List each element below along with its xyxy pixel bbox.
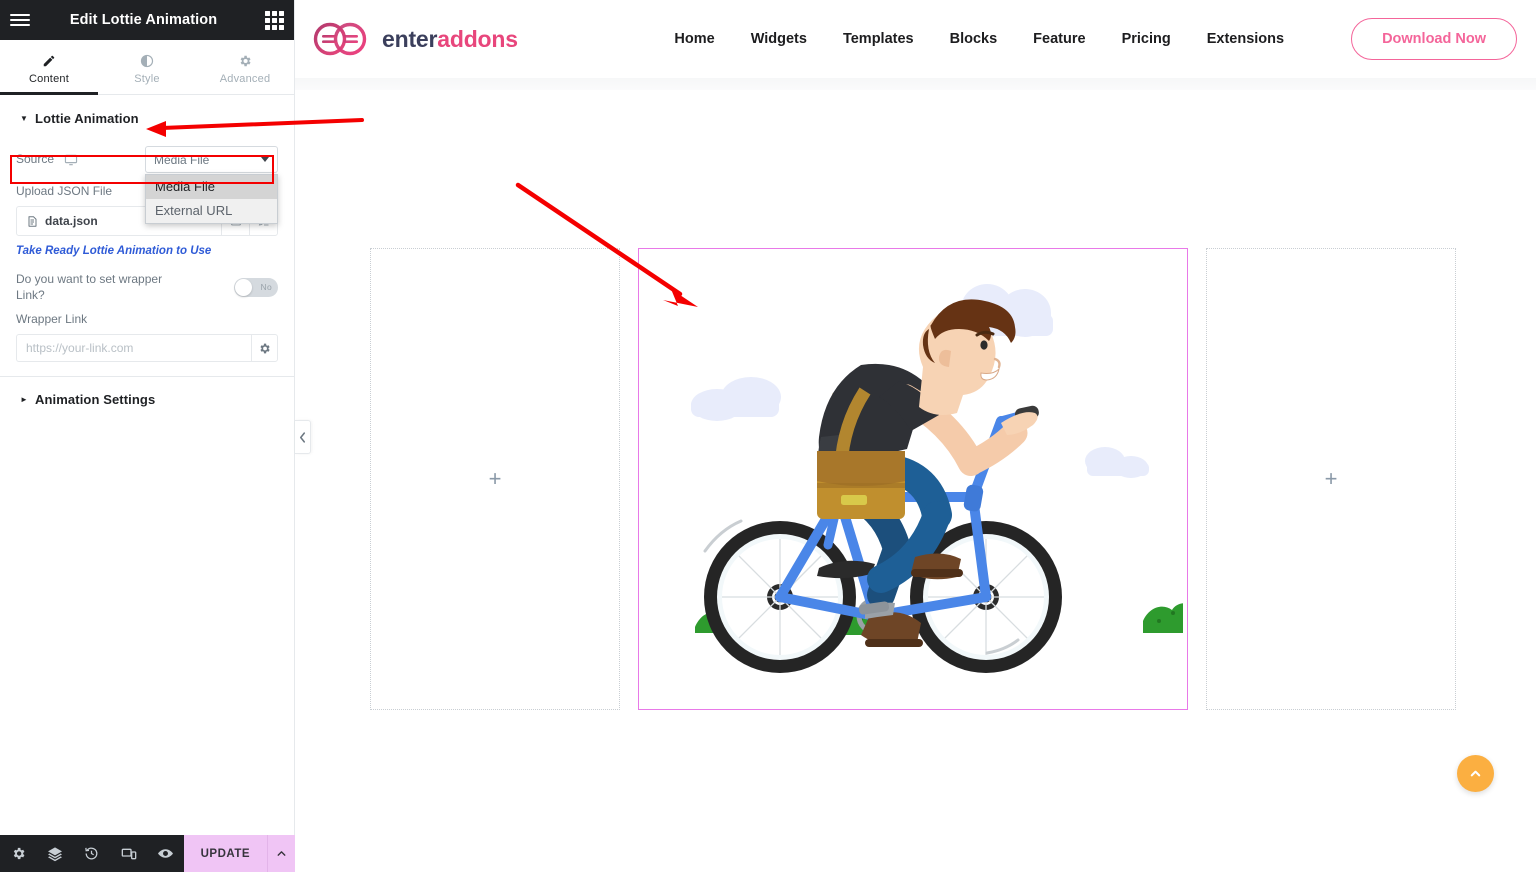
contrast-icon bbox=[140, 54, 154, 68]
chevron-left-icon bbox=[299, 431, 306, 443]
preview-canvas: enteraddons Home Widgets Templates Block… bbox=[295, 0, 1536, 872]
tab-content-label: Content bbox=[29, 72, 69, 85]
nav-link-home[interactable]: Home bbox=[656, 31, 732, 47]
wrapper-link-control: Wrapper Link bbox=[16, 307, 278, 364]
section-columns: + + bbox=[370, 248, 1456, 710]
upload-json-file-name: data.json bbox=[45, 214, 98, 228]
settings-gear-icon[interactable] bbox=[0, 835, 37, 872]
source-option-media-file[interactable]: Media File bbox=[146, 175, 277, 199]
lottie-animation-controls: Source Media File Media File External UR bbox=[0, 140, 294, 376]
canvas-area: + + bbox=[295, 90, 1536, 872]
update-options-chevron-up-icon[interactable] bbox=[267, 835, 295, 872]
source-dropdown-list: Media File External URL bbox=[145, 174, 278, 224]
panel-footer: UPDATE bbox=[0, 835, 296, 872]
interlocking-circles-logo-icon bbox=[313, 22, 371, 56]
source-label-group: Source bbox=[16, 151, 78, 167]
tab-advanced[interactable]: Advanced bbox=[196, 40, 294, 94]
source-select-wrap: Media File Media File External URL bbox=[145, 146, 278, 224]
toggle-knob bbox=[235, 278, 252, 296]
source-option-external-url[interactable]: External URL bbox=[146, 199, 277, 223]
brand-name-part2: addons bbox=[437, 25, 518, 52]
wrapper-link-toggle-label: Do you want to set wrapper Link? bbox=[16, 272, 163, 303]
tab-style-label: Style bbox=[134, 72, 160, 85]
nav-link-widgets[interactable]: Widgets bbox=[733, 31, 825, 47]
chevron-down-icon: ▼ bbox=[20, 113, 29, 123]
lottie-animation-section-header[interactable]: ▼ Lottie Animation bbox=[0, 95, 294, 140]
panel-tabs: Content Style Advanced bbox=[0, 40, 294, 95]
panel-collapse-tab[interactable] bbox=[295, 420, 311, 454]
responsive-mode-icon[interactable] bbox=[110, 835, 147, 872]
editor-root: enteraddons Home Widgets Templates Block… bbox=[0, 0, 1536, 872]
desktop-icon[interactable] bbox=[64, 153, 78, 167]
scroll-to-top-button[interactable] bbox=[1457, 755, 1494, 792]
tab-advanced-label: Advanced bbox=[219, 72, 271, 85]
plus-icon[interactable]: + bbox=[489, 468, 502, 490]
ready-lottie-helper-link[interactable]: Take Ready Lottie Animation to Use bbox=[16, 245, 278, 257]
nav-link-blocks[interactable]: Blocks bbox=[932, 31, 1016, 47]
brand-name-part1: enter bbox=[382, 25, 438, 52]
wrapper-link-input[interactable] bbox=[16, 334, 251, 363]
preview-eye-icon[interactable] bbox=[147, 835, 184, 872]
animation-settings-section-title: Animation Settings bbox=[35, 392, 156, 408]
source-select-value: Media File bbox=[154, 152, 210, 167]
lottie-preview-widget[interactable] bbox=[643, 269, 1211, 689]
column-lottie-selected[interactable] bbox=[638, 248, 1211, 710]
navigator-layers-icon[interactable] bbox=[37, 835, 74, 872]
gear-icon bbox=[238, 54, 252, 68]
source-select[interactable]: Media File bbox=[145, 146, 278, 173]
document-icon bbox=[26, 215, 38, 228]
update-button[interactable]: UPDATE bbox=[184, 848, 267, 860]
animation-settings-section-header[interactable]: ► Animation Settings bbox=[0, 377, 294, 422]
panel-header: Edit Lottie Animation bbox=[0, 0, 294, 40]
brand-name: enteraddons bbox=[382, 26, 518, 53]
wrapper-link-toggle-row: Do you want to set wrapper Link? No bbox=[16, 259, 278, 307]
column-empty-left[interactable]: + bbox=[370, 248, 620, 710]
pencil-icon bbox=[42, 54, 56, 68]
update-group: UPDATE bbox=[183, 835, 296, 872]
apps-grid-icon[interactable] bbox=[265, 10, 284, 30]
wrapper-link-label: Wrapper Link bbox=[16, 312, 88, 327]
panel-body: ▼ Lottie Animation Source Media File Med… bbox=[0, 95, 294, 872]
site-header: enteraddons Home Widgets Templates Block… bbox=[295, 0, 1536, 78]
tab-style[interactable]: Style bbox=[98, 40, 196, 94]
nav-link-pricing[interactable]: Pricing bbox=[1104, 31, 1189, 47]
nav-link-extensions[interactable]: Extensions bbox=[1189, 31, 1302, 47]
chevron-down-icon bbox=[261, 157, 269, 162]
source-label: Source bbox=[16, 152, 55, 167]
wrapper-link-toggle[interactable]: No bbox=[234, 277, 278, 297]
history-clock-icon[interactable] bbox=[73, 835, 110, 872]
cyclist-illustration bbox=[691, 284, 1211, 673]
hero-band bbox=[295, 78, 1536, 90]
column-empty-right[interactable]: + bbox=[1206, 248, 1456, 710]
download-now-button[interactable]: Download Now bbox=[1351, 18, 1517, 60]
toggle-state-label: No bbox=[260, 282, 272, 293]
chevron-up-icon bbox=[1470, 770, 1481, 777]
link-options-button[interactable] bbox=[251, 334, 278, 363]
nav-link-templates[interactable]: Templates bbox=[825, 31, 932, 47]
editor-panel: Edit Lottie Animation Content Style Adva… bbox=[0, 0, 296, 872]
tab-content[interactable]: Content bbox=[0, 40, 98, 95]
page-title: Edit Lottie Animation bbox=[69, 12, 218, 28]
site-nav: Home Widgets Templates Blocks Feature Pr… bbox=[656, 18, 1517, 60]
plus-icon[interactable]: + bbox=[1325, 468, 1338, 490]
nav-link-feature[interactable]: Feature bbox=[1015, 31, 1103, 47]
lottie-animation-section-title: Lottie Animation bbox=[35, 111, 139, 126]
source-control-row: Source Media File Media File External UR bbox=[16, 140, 278, 224]
chevron-right-icon: ► bbox=[20, 394, 29, 404]
brand-logo[interactable]: enteraddons bbox=[313, 22, 518, 56]
wrapper-link-row bbox=[16, 334, 278, 363]
